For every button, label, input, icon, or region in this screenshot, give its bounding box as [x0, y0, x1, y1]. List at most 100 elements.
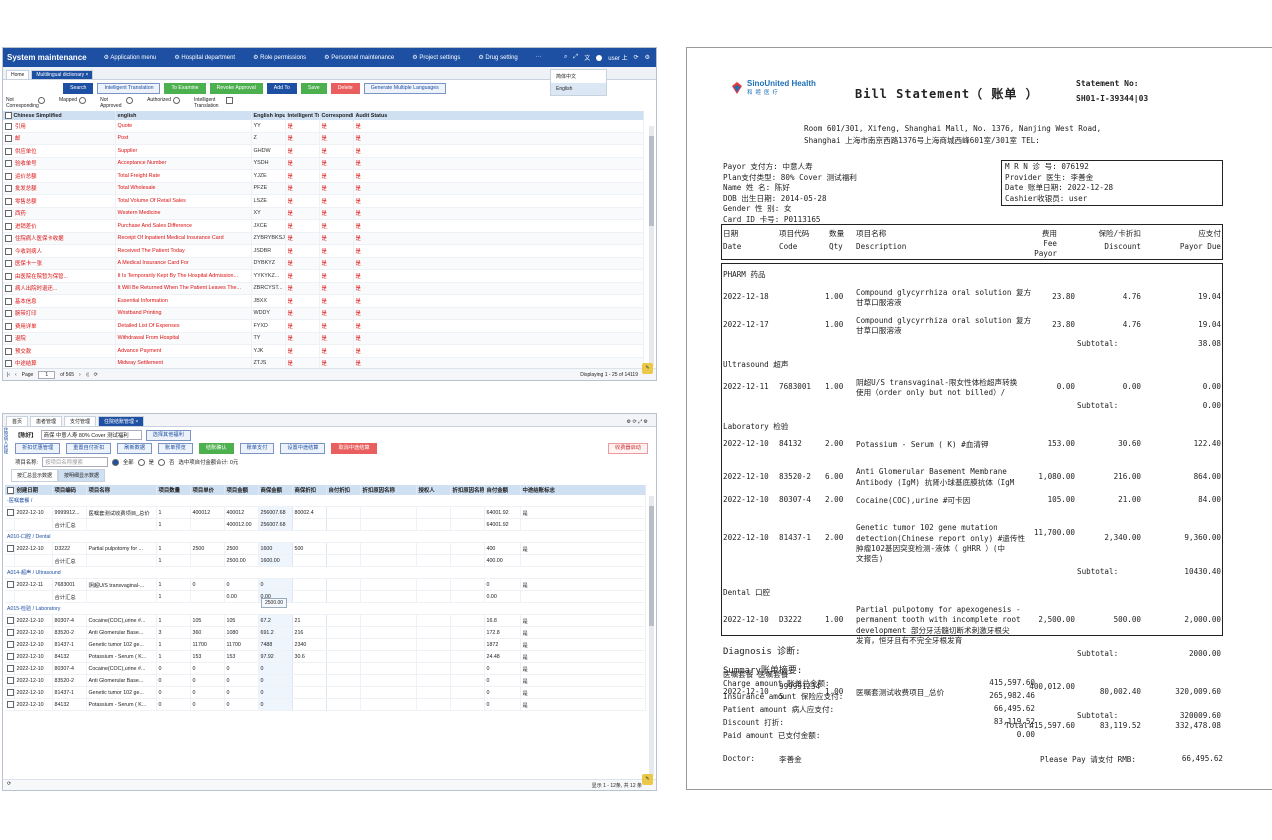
cell[interactable]: 9999912...: [52, 506, 87, 519]
cell[interactable]: 84132: [52, 698, 87, 711]
cell[interactable]: 16.8: [484, 614, 521, 627]
cell-status[interactable]: 是: [353, 157, 644, 170]
row-checkbox[interactable]: [5, 310, 12, 318]
cell[interactable]: 7488: [258, 638, 293, 651]
cell[interactable]: 0: [258, 662, 293, 675]
cell[interactable]: 153: [190, 650, 225, 663]
cell[interactable]: [416, 662, 451, 675]
row-checkbox[interactable]: [7, 509, 13, 516]
cell[interactable]: 64001.92: [484, 518, 521, 531]
cell[interactable]: 是: [520, 542, 646, 555]
row-checkbox[interactable]: [7, 617, 13, 624]
cell[interactable]: [292, 698, 327, 711]
cell[interactable]: 64001.92: [484, 506, 521, 519]
cell[interactable]: 是: [520, 638, 646, 651]
cell-status[interactable]: 是: [353, 282, 644, 295]
cell[interactable]: [416, 554, 451, 567]
cell[interactable]: 0: [258, 686, 293, 699]
bill-preview-button[interactable]: 账单预览: [158, 443, 193, 454]
cell-status[interactable]: 是: [353, 307, 644, 320]
cell-english-input[interactable]: TY: [251, 332, 286, 345]
cell[interactable]: 是: [520, 626, 646, 639]
table-row[interactable]: 邮 Post Z 是是是: [3, 132, 644, 145]
cell[interactable]: 0: [224, 686, 259, 699]
table-row[interactable]: 费用详单 Detailed List Of Expenses FYXD 是是是: [3, 319, 644, 333]
col-header-4[interactable]: 项目数量: [156, 485, 191, 495]
cell[interactable]: [450, 590, 485, 603]
cell-english-input[interactable]: ZBRCYST...: [251, 282, 286, 295]
cell-status[interactable]: 是: [353, 120, 644, 133]
row-checkbox[interactable]: [5, 135, 12, 143]
cell-english-input[interactable]: DYBKYZ: [251, 257, 286, 270]
window-controls[interactable]: ⚙ ⟳ ⤢ ⚙: [622, 418, 654, 426]
cell-chinese[interactable]: 预交款: [3, 344, 116, 358]
group-title[interactable]: A010-口腔 / Dental: [5, 530, 646, 543]
cell[interactable]: [326, 638, 361, 651]
cell[interactable]: [292, 554, 327, 567]
row-checkbox-cell[interactable]: [5, 518, 15, 531]
table-row[interactable]: 今收到病人 Received The Patient Today JSDBR 是是是: [3, 244, 644, 258]
cell[interactable]: [86, 518, 157, 531]
cell[interactable]: 2022-12-10: [14, 674, 53, 687]
cell-english-input[interactable]: YY: [251, 120, 286, 133]
cell-chinese[interactable]: 今收到病人: [3, 244, 116, 258]
tab-detail-view[interactable]: 按明细显示数据: [58, 469, 106, 482]
delete-button[interactable]: Delete: [330, 83, 360, 94]
menu-hospital-department[interactable]: ⚙ Hospital department: [165, 54, 244, 61]
user-name[interactable]: user 上: [608, 53, 627, 62]
cell-status[interactable]: 是: [285, 257, 320, 270]
cell[interactable]: 阴超U/S transvaginal-...: [86, 578, 157, 591]
table-row[interactable]: 运价总额 Total Freight Rate YJZE 是是是: [3, 169, 644, 183]
row-checkbox[interactable]: [7, 545, 13, 552]
fullscreen-icon[interactable]: ⤢: [573, 54, 578, 61]
cell[interactable]: [190, 554, 225, 567]
cell-english-input[interactable]: YYKYKZ...: [251, 269, 286, 283]
cell-english[interactable]: Purchase And Sales Difference: [115, 219, 252, 233]
cell-status[interactable]: 是: [319, 157, 354, 170]
cell-english[interactable]: Post: [115, 132, 252, 145]
cell-english-input[interactable]: GHDW: [251, 144, 286, 158]
cell[interactable]: [326, 626, 361, 639]
cell-status[interactable]: 是: [353, 194, 644, 208]
table-row[interactable]: 进销差价 Purchase And Sales Difference JXCE 是是是: [3, 219, 644, 233]
cell[interactable]: [360, 674, 417, 687]
cell[interactable]: 11700: [224, 638, 259, 651]
cell-chinese[interactable]: 运价总额: [3, 169, 116, 183]
cell[interactable]: [416, 578, 451, 591]
confirm-settlement-button[interactable]: 结账确认: [198, 443, 234, 454]
table-row[interactable]: 基本信息 Essential Information JBXX 是是是: [3, 294, 644, 308]
cell[interactable]: [360, 542, 417, 555]
menu-application[interactable]: ⚙ Application menu: [95, 54, 166, 61]
cell[interactable]: 合计汇总: [52, 590, 87, 603]
cell-chinese[interactable]: 退院: [3, 332, 116, 345]
item-name-input[interactable]: 按项目名称搜索: [42, 457, 108, 467]
cell[interactable]: [326, 650, 361, 663]
cell[interactable]: 360: [190, 626, 225, 639]
cell[interactable]: [190, 518, 225, 531]
cell[interactable]: [450, 542, 485, 555]
cell[interactable]: [14, 590, 53, 603]
cell[interactable]: 0.00: [484, 590, 521, 603]
col-chinese[interactable]: Chinese Simplified: [3, 111, 116, 120]
filter-not-approved[interactable]: Not Approved: [100, 97, 134, 111]
cell[interactable]: [86, 554, 157, 567]
cell-status[interactable]: 是: [353, 294, 644, 308]
cell-english-input[interactable]: WDDY: [251, 307, 286, 320]
cell[interactable]: 1: [156, 638, 191, 651]
menu-role-permissions[interactable]: ⚙ Role permissions: [244, 54, 315, 61]
cell[interactable]: [360, 518, 417, 531]
cell[interactable]: 0: [156, 698, 191, 711]
cell-english-input[interactable]: JXCE: [251, 219, 286, 233]
cell[interactable]: 153: [224, 650, 259, 663]
table-row[interactable]: 2022-12-10 81437-1 Genetic tumor 102 ge...…: [5, 686, 646, 699]
col-header-13[interactable]: 自付金额: [484, 485, 521, 495]
row-checkbox[interactable]: [5, 197, 12, 205]
cell[interactable]: 30.6: [292, 650, 327, 663]
group-row[interactable]: A010-口腔 / Dental: [5, 530, 646, 543]
radio-no[interactable]: [158, 458, 166, 466]
cell[interactable]: 11700: [190, 638, 225, 651]
cell[interactable]: 2022-12-10: [14, 698, 53, 711]
col-header-9[interactable]: 自付折扣: [326, 485, 361, 495]
cell-status[interactable]: 是: [319, 207, 354, 220]
cell[interactable]: [326, 662, 361, 675]
